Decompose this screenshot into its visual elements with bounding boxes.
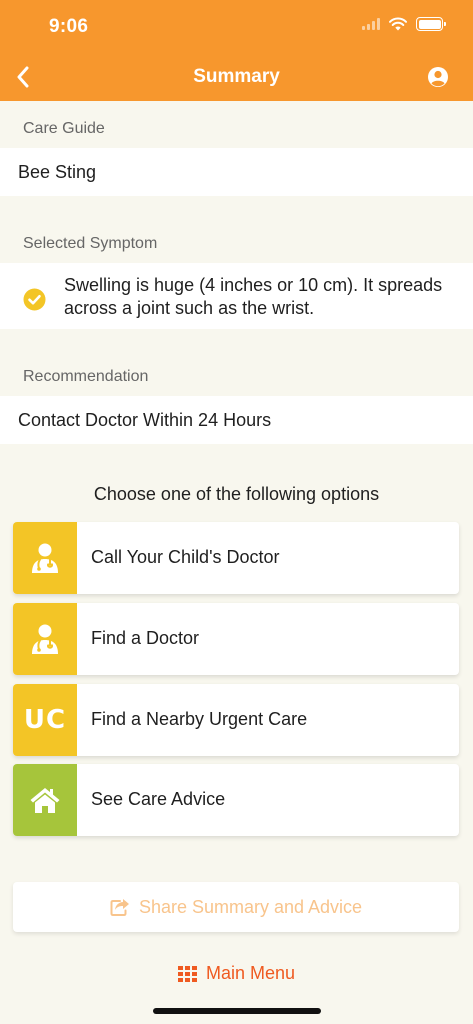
doctor-icon	[32, 624, 58, 654]
care-guide-label: Care Guide	[23, 120, 105, 137]
battery-icon	[416, 17, 446, 31]
main-menu-link[interactable]: Main Menu	[0, 963, 473, 984]
share-icon	[110, 899, 129, 916]
selected-symptom-text: Swelling is huge (4 inches or 10 cm). It…	[64, 275, 443, 318]
option-label: Call Your Child's Doctor	[91, 547, 280, 567]
doctor-icon	[32, 543, 58, 573]
option-tile	[13, 764, 77, 836]
recommendation-value: Contact Doctor Within 24 Hours	[18, 410, 272, 430]
header-bar: 9:06 Summary	[0, 0, 473, 101]
option-tile	[13, 522, 77, 594]
check-circle-icon	[23, 288, 46, 311]
option-tile	[13, 603, 77, 675]
find-a-doctor-button[interactable]: Find a Doctor	[13, 603, 459, 675]
main-menu-label: Main Menu	[205, 963, 296, 983]
status-time: 9:06	[49, 16, 89, 37]
cellular-signal-icon	[362, 18, 380, 30]
see-care-advice-button[interactable]: See Care Advice	[13, 764, 459, 836]
option-tile: UC	[13, 684, 77, 756]
option-label: Find a Doctor	[91, 628, 200, 648]
wifi-icon	[389, 17, 407, 31]
status-icons	[362, 17, 446, 31]
profile-icon[interactable]	[427, 66, 449, 88]
option-label: Find a Nearby Urgent Care	[91, 709, 308, 729]
selected-symptom-row: Swelling is huge (4 inches or 10 cm). It…	[0, 263, 473, 329]
home-icon	[30, 788, 60, 813]
grid-menu-icon	[177, 965, 197, 982]
care-guide-value: Bee Sting	[18, 162, 97, 182]
recommendation-row: Contact Doctor Within 24 Hours	[0, 396, 473, 444]
options-heading: Choose one of the following options	[93, 484, 380, 504]
care-guide-row: Bee Sting	[0, 148, 473, 196]
home-indicator	[153, 1008, 321, 1014]
call-childs-doctor-button[interactable]: Call Your Child's Doctor	[13, 522, 459, 594]
share-label: Share Summary and Advice	[138, 896, 363, 917]
urgent-care-icon: UC	[23, 705, 67, 735]
selected-symptom-label: Selected Symptom	[23, 235, 158, 252]
page-title: Summary	[193, 66, 280, 87]
recommendation-label: Recommendation	[23, 368, 149, 385]
option-label: See Care Advice	[91, 789, 226, 809]
share-summary-button[interactable]: Share Summary and Advice	[13, 882, 459, 932]
find-urgent-care-button[interactable]: UC Find a Nearby Urgent Care	[13, 684, 459, 756]
